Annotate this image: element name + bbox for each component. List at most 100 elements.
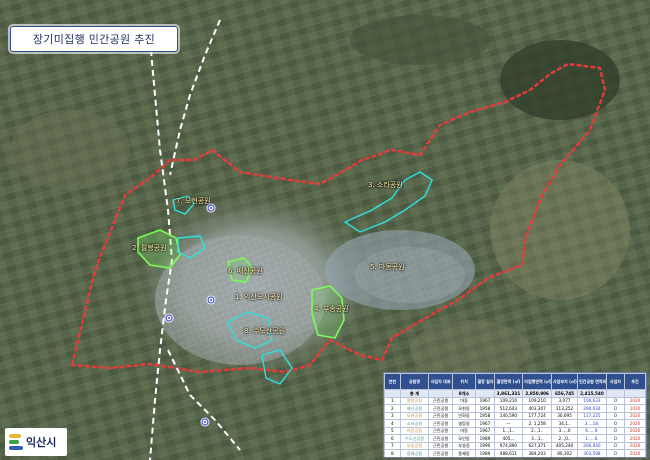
table-cell: 2020 (624, 419, 646, 428)
table-cell: 384,203 (522, 449, 552, 457)
station-marker-4[interactable] (200, 417, 210, 427)
park-label-busong: 4. 부송공원 (314, 305, 349, 313)
table-cell: 1..,..6. (577, 434, 607, 443)
table-cell: 2020 (624, 441, 646, 450)
table-cell: 113,252 (550, 404, 579, 413)
logo-text: 익산시 (26, 436, 57, 449)
table-cell: O (605, 396, 626, 405)
table-row: 4 소라공원 근린공원 영등동 1967—2. 1,258 34,1.. 3...,18. O… (384, 419, 646, 428)
table-cell: 배산공원 (399, 404, 430, 413)
park-label-palbong: 2. 팔봉공원 (132, 244, 167, 252)
table-cell: 488,611 (493, 449, 524, 457)
header-cell: 사업자 대표 (428, 373, 453, 390)
table-cell: O (605, 426, 626, 435)
page-title: 장기미집행 민간공원 추진 (10, 26, 178, 52)
table-cell: 8 (384, 449, 401, 457)
table-cell: 근린공원 (428, 441, 453, 450)
header-cell: 결정 일자 (475, 373, 495, 390)
table-cell: 근린공원 (428, 411, 453, 420)
table-cell: O (605, 434, 626, 443)
bare-fields-left (10, 110, 130, 190)
table-cell: 1989 (475, 434, 495, 443)
city-logo: 익산시 (5, 428, 67, 456)
park-label-sudosan: 8. 수도산공원 (244, 327, 286, 335)
table-cell: 1 (384, 396, 401, 405)
table-cell: 303,598 (577, 449, 607, 457)
table-cell: 영등동 (451, 419, 477, 428)
park-label-baesan: 6. 배산공원 (228, 267, 263, 275)
table-cell: 2020 (624, 449, 646, 457)
table-cell: 마동공원 (399, 426, 430, 435)
table-cell: 4 (384, 419, 401, 428)
table-row: 7 부송공원 근린공원 부송동 1990 974,890 627,371 405,240 266… (384, 441, 646, 450)
bare-fields-right (490, 160, 630, 300)
header-cell: 공원명 (399, 373, 430, 390)
table-cell: O (605, 411, 626, 420)
table-cell: 1..,1.. (493, 426, 524, 435)
table-cell: 1967 (475, 426, 495, 435)
header-cell: 미집행면적 (㎡) (522, 373, 552, 390)
header-cell: 사업자 (605, 373, 626, 390)
header-cell: 결정면적 (㎡) (493, 373, 524, 390)
table-cell: 1967 (475, 396, 495, 405)
table-cell: 부송공원 (399, 441, 430, 450)
table-cell: 팔봉공원 (399, 396, 430, 405)
table-cell: 근린공원 (428, 419, 453, 428)
table-cell: 모인동 (451, 434, 477, 443)
table-row: 5 마동공원 근린공원 마동 1967 1..,1.. 2..,1.. 3..,..0 6..,… (384, 426, 646, 435)
table-cell: 80,302 (550, 449, 579, 457)
table-cell: 2020 (624, 396, 646, 405)
park-label-mohyeon: 7. 모현공원 (176, 197, 211, 205)
table-row: 6 수도산공원 근린공원 모인동 1989 405,.. 3..,1.. 2..,0.. 1..… (384, 434, 646, 443)
table-cell: 1958 (475, 411, 495, 420)
table-cell: 117,225 (577, 411, 607, 420)
table-cell: 5 (384, 426, 401, 435)
table-cell: 마동 (451, 396, 477, 405)
station-marker-2[interactable] (206, 295, 216, 305)
table-cell: 인화동 (451, 411, 477, 420)
industrial-grid (355, 247, 465, 303)
table-cell: 1967 (475, 419, 495, 428)
header-cell: 사업부지 (㎡) (550, 373, 579, 390)
table-cell: 6..,..9. (577, 426, 607, 435)
table-total-row: 총 계 8개소 3,861,331 2,850,906 656,745 2,415,5… (384, 389, 646, 398)
station-marker-3[interactable] (164, 313, 174, 323)
header-cell: 추진 (624, 373, 646, 390)
table-cell: 7 (384, 441, 401, 450)
table-cell: 1989 (475, 449, 495, 457)
header-cell: 민간공원 면적비율 (577, 373, 607, 390)
park-label-madong: 5. 마동공원 (370, 263, 405, 271)
table-cell: 근린공원 (428, 426, 453, 435)
table-cell: 6 (384, 434, 401, 443)
table-cell: 근린공원 (428, 396, 453, 405)
table-row: 2 배산공원 근린공원 모현동 1958 512,643 403,307 113,252 290… (384, 404, 646, 413)
table-cell: — (493, 419, 524, 428)
table-cell: 30,695 (550, 411, 579, 420)
table-cell: 3 (384, 411, 401, 420)
table-cell: 1958 (475, 404, 495, 413)
bare-fields-bottom (410, 320, 530, 380)
forest-top (350, 15, 490, 65)
table-cell: 512,643 (493, 404, 524, 413)
table-cell: 3..,..0 (550, 426, 579, 435)
table-cell: 106,633 (577, 396, 607, 405)
table-cell: 2020 (624, 426, 646, 435)
table-cell: 근린공원 (428, 434, 453, 443)
table-cell: 근린공원 (428, 449, 453, 457)
park-label-sora: 3. 소라공원 (368, 181, 403, 189)
header-cell: 위치 (451, 373, 477, 390)
table-cell: 627,371 (522, 441, 552, 450)
table-cell: 34,1.. (550, 419, 579, 428)
table-cell: O (605, 404, 626, 413)
table-cell: 2..,0.. (550, 434, 579, 443)
table-cell: 용제공원 (399, 449, 430, 457)
table-cell: 3,077 (550, 396, 579, 405)
map-stage: 장기미집행 민간공원 추진 2. 팔봉공원 3. 소라공원 5. 마동공원 6.… (0, 0, 650, 460)
table-cell: 수도산공원 (399, 434, 430, 443)
table-cell: 모현동 (451, 404, 477, 413)
header-cell: 연번 (384, 373, 401, 390)
iksan-city-logo-icon (9, 434, 23, 450)
table-cell: 140,590 (493, 411, 524, 420)
table-cell: 부송동 (451, 441, 477, 450)
table-header-row: 연번 공원명 사업자 대표 위치 결정 일자 결정면적 (㎡) 미집행면적 (㎡… (384, 373, 646, 390)
